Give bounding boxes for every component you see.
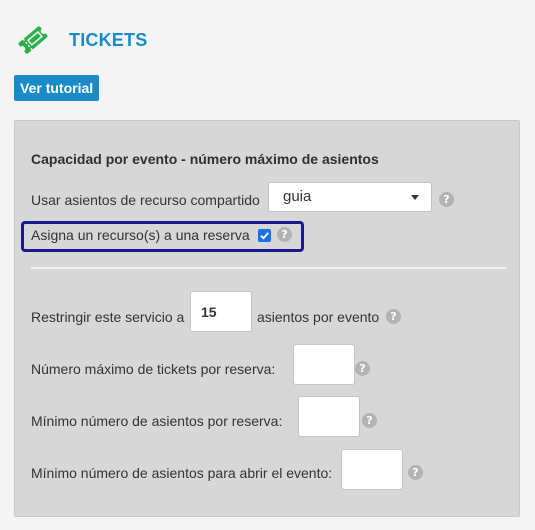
assign-resource-label: Asigna un recurso(s) a una reserva — [31, 227, 250, 243]
restrict-label-before: Restringir este servicio a — [31, 309, 185, 325]
checkmark-icon — [260, 232, 269, 240]
capacity-panel: Capacidad por evento - número máximo de … — [14, 120, 520, 517]
min-open-label: Mínimo número de asientos para abrir el … — [31, 465, 333, 481]
min-seats-label: Mínimo número de asientos por reserva: — [31, 413, 283, 429]
ticket-icon — [18, 26, 48, 54]
help-icon[interactable]: ? — [355, 361, 370, 376]
app-header — [16, 22, 50, 58]
chevron-down-icon — [411, 195, 419, 200]
max-tickets-input[interactable] — [293, 344, 355, 385]
tutorial-button[interactable]: Ver tutorial — [14, 75, 100, 101]
shared-seats-select[interactable]: guia — [268, 182, 432, 212]
shared-seats-label: Usar asientos de recurso compartido — [31, 192, 260, 208]
restrict-label-after: asientos por evento — [257, 309, 380, 325]
help-icon[interactable]: ? — [277, 227, 292, 242]
min-seats-input[interactable] — [298, 396, 360, 437]
assign-resource-checkbox[interactable] — [258, 229, 271, 242]
section-title: Capacidad por evento - número máximo de … — [31, 151, 379, 167]
max-tickets-label: Número máximo de tickets por reserva: — [31, 361, 276, 377]
page-title: TICKETS — [69, 30, 148, 50]
help-icon[interactable]: ? — [362, 413, 377, 428]
divider — [31, 267, 506, 269]
help-icon[interactable]: ? — [386, 309, 401, 324]
min-open-input[interactable] — [341, 449, 403, 490]
help-icon[interactable]: ? — [439, 192, 454, 207]
restrict-seats-input[interactable] — [190, 291, 252, 332]
shared-seats-selected: guia — [283, 188, 312, 205]
help-icon[interactable]: ? — [408, 465, 423, 480]
